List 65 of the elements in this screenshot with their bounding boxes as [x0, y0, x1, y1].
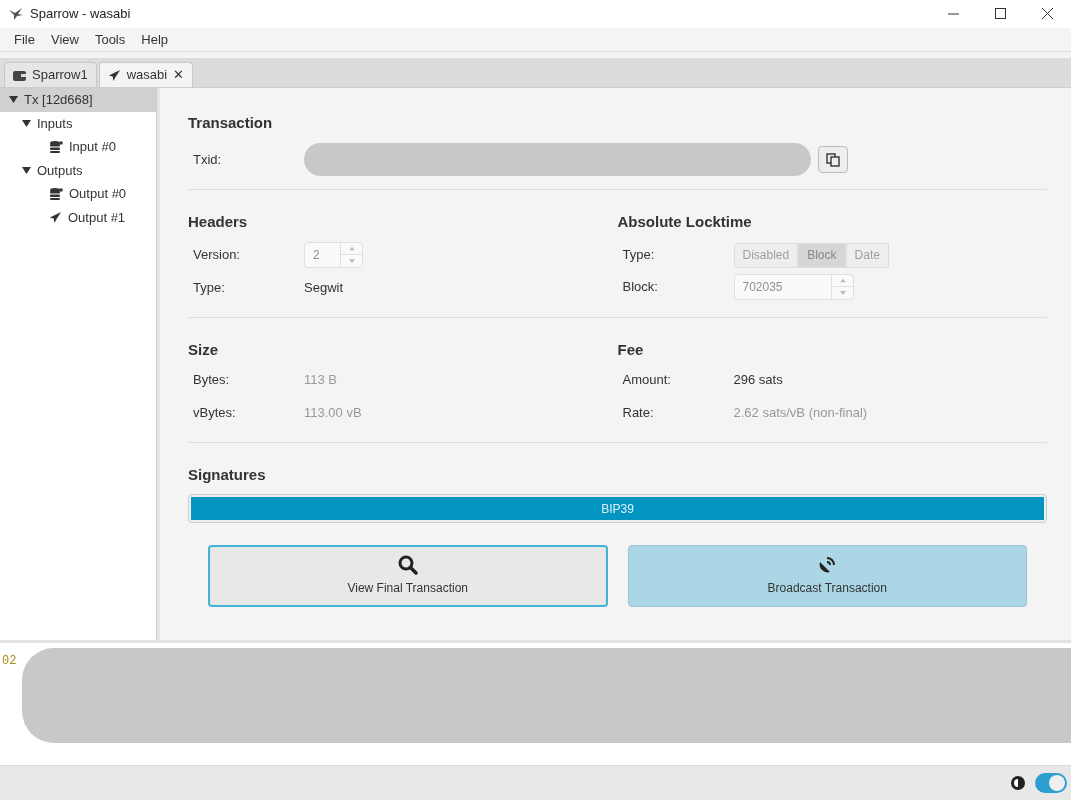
window-title: Sparrow - wasabi	[30, 5, 131, 24]
field-value: Segwit	[304, 279, 344, 298]
tree-label: Outputs	[37, 161, 83, 180]
spinner-value: 702035	[741, 279, 784, 296]
tree-label: Tx [12d668]	[24, 91, 93, 109]
field-label: Type:	[622, 246, 656, 265]
action-button[interactable]: View Final Transaction	[208, 545, 608, 607]
section-title: Headers	[188, 212, 249, 232]
field-value: 113.00 vB	[304, 404, 362, 423]
expanded-arrow-icon[interactable]	[9, 95, 18, 105]
tree-item[interactable]: Outputs	[0, 158, 156, 182]
tab-label: wasabi	[126, 66, 168, 85]
copy-icon	[826, 152, 840, 167]
progress-label: BIP39	[600, 500, 635, 518]
tab[interactable]: Sparrow1	[4, 62, 97, 87]
expanded-arrow-icon[interactable]	[22, 118, 31, 128]
section-title: Fee	[617, 340, 645, 360]
button-label: View Final Transaction	[347, 580, 468, 597]
field-label: Type:	[193, 279, 226, 298]
section-title: Absolute Locktime	[617, 212, 753, 232]
field-value: 2.62 sats/vB (non-final)	[733, 404, 868, 423]
field-value: 113 B	[304, 371, 337, 390]
field-label: Amount:	[622, 371, 672, 390]
bird-icon	[8, 7, 24, 21]
tree-label: Input #0	[69, 138, 116, 156]
tree-label: Output #0	[69, 185, 127, 203]
coins-icon	[49, 140, 63, 154]
menu-item[interactable]: View	[44, 29, 85, 50]
section-title: Size	[188, 340, 219, 360]
section-title: Transaction	[188, 113, 274, 133]
tor-icon	[1011, 776, 1025, 790]
tree-item[interactable]: Output #1	[0, 205, 156, 229]
field-label: Rate:	[622, 404, 655, 423]
action-button[interactable]: Broadcast Transaction	[627, 545, 1027, 607]
search-icon	[397, 555, 418, 575]
tab-close-button[interactable]: ✕	[173, 65, 185, 85]
satellite-dish-icon	[817, 555, 838, 575]
section-title: Signatures	[188, 465, 267, 485]
tree-item[interactable]: Tx [12d668]	[0, 88, 156, 112]
tree-item[interactable]: Input #0	[0, 135, 156, 159]
field-label: Bytes:	[193, 371, 231, 390]
tree-item[interactable]: Output #0	[0, 182, 156, 206]
paper-plane-icon	[107, 68, 121, 82]
tab-label: Sparrow1	[32, 66, 88, 85]
field-label: Txid:	[193, 150, 223, 169]
toggle-switch[interactable]	[1035, 773, 1067, 793]
paper-plane-icon	[49, 210, 62, 224]
field-label: vBytes:	[193, 404, 237, 423]
menu-item[interactable]: Tools	[88, 29, 132, 50]
expanded-arrow-icon[interactable]	[22, 165, 31, 175]
wallet-icon	[13, 69, 26, 81]
button-label: Broadcast Transaction	[767, 580, 887, 597]
field-value: 296 sats	[733, 371, 783, 390]
tree-label: Inputs	[37, 114, 73, 133]
tree-label: Output #1	[68, 208, 126, 227]
coins-icon	[49, 187, 63, 201]
field-label: Block:	[622, 278, 659, 297]
hex-text: 02	[2, 653, 17, 670]
menu-item[interactable]: File	[8, 29, 41, 50]
spinner-value: 2	[312, 247, 321, 264]
menu-item[interactable]: Help	[135, 29, 174, 50]
field-label: Version:	[193, 246, 241, 265]
copy-button[interactable]	[818, 146, 848, 173]
tab[interactable]: wasabi ✕	[98, 62, 194, 87]
tree-item[interactable]: Inputs	[0, 111, 156, 135]
